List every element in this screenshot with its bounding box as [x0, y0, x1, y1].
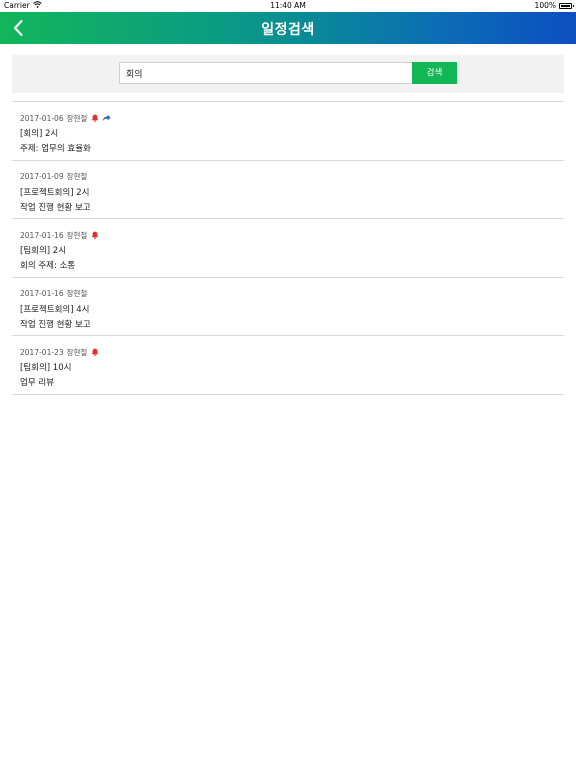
result-date: 2017-01-16	[20, 289, 64, 298]
result-subject: 작업 진행 현황 보고	[20, 319, 91, 330]
result-subject: 업무 리뷰	[20, 378, 54, 388]
result-author: 장현철	[66, 347, 88, 357]
result-item[interactable]: 2017-01-06 장현철 [회의] 2시주제: 업무의 효율화	[12, 102, 564, 161]
result-date: 2017-01-23	[20, 347, 64, 357]
result-meta: 2017-01-16 장현철	[20, 229, 564, 241]
result-list: 2017-01-06 장현철 [회의] 2시 주제: 업무의 효율화 2017-01-0…	[12, 101, 564, 395]
result-author: 장현철	[66, 230, 88, 240]
result-date: 2017-01-09	[20, 172, 64, 181]
result-title: [회의] 2시	[20, 129, 59, 139]
result-date: 2017-01-16	[20, 230, 64, 240]
result-item[interactable]: 2017-01-16 장현철 [팀회의] 2시회의 주제: 소통	[12, 219, 564, 278]
page-title: 일정검색	[261, 22, 315, 38]
result-item[interactable]: 2017-01-09 장현철 [프로젝트회의] 2시작업 진행 현황 보고	[12, 161, 564, 219]
result-item[interactable]: 2017-01-16 장현철 [프로젝트회의] 4시작업 진행 현황 보고	[12, 278, 564, 336]
result-subject: 주제: 업무의 효율화	[20, 144, 91, 154]
nav-bar: 일정검색	[0, 12, 576, 44]
result-title: [프로젝트회의] 4시	[20, 304, 90, 315]
bell-icon	[91, 231, 99, 239]
battery-indicator: 100%	[534, 1, 574, 10]
result-meta: 2017-01-06 장현철	[20, 112, 564, 124]
result-meta: 2017-01-23 장현철	[20, 346, 564, 358]
battery-percent: 100%	[534, 1, 556, 10]
result-author: 장현철	[66, 113, 88, 123]
result-title: [팀회의] 2시	[20, 246, 67, 256]
result-meta: 2017-01-09 장현철	[20, 171, 564, 183]
battery-icon	[559, 2, 574, 9]
result-subject: 회의 주제: 소통	[20, 261, 76, 271]
bell-icon	[91, 348, 99, 356]
result-meta: 2017-01-16 장현철	[20, 288, 564, 300]
result-title: [팀회의] 10시	[20, 363, 72, 373]
search-input[interactable]	[119, 62, 413, 84]
status-time: 11:40 AM	[270, 1, 306, 10]
result-title: [프로젝트회의] 2시	[20, 187, 90, 198]
result-author: 장현철	[66, 289, 88, 298]
search-button[interactable]: 검색	[412, 62, 457, 84]
result-subject: 작업 진행 현황 보고	[20, 202, 91, 213]
share-icon	[102, 114, 111, 122]
status-bar: Carrier 11:40 AM 100%	[0, 0, 576, 12]
result-author: 장현철	[66, 172, 88, 181]
result-date: 2017-01-06	[20, 113, 64, 123]
bell-icon	[91, 114, 99, 122]
result-item[interactable]: 2017-01-23 장현철 [팀회의] 10시업무 리뷰	[12, 336, 564, 395]
